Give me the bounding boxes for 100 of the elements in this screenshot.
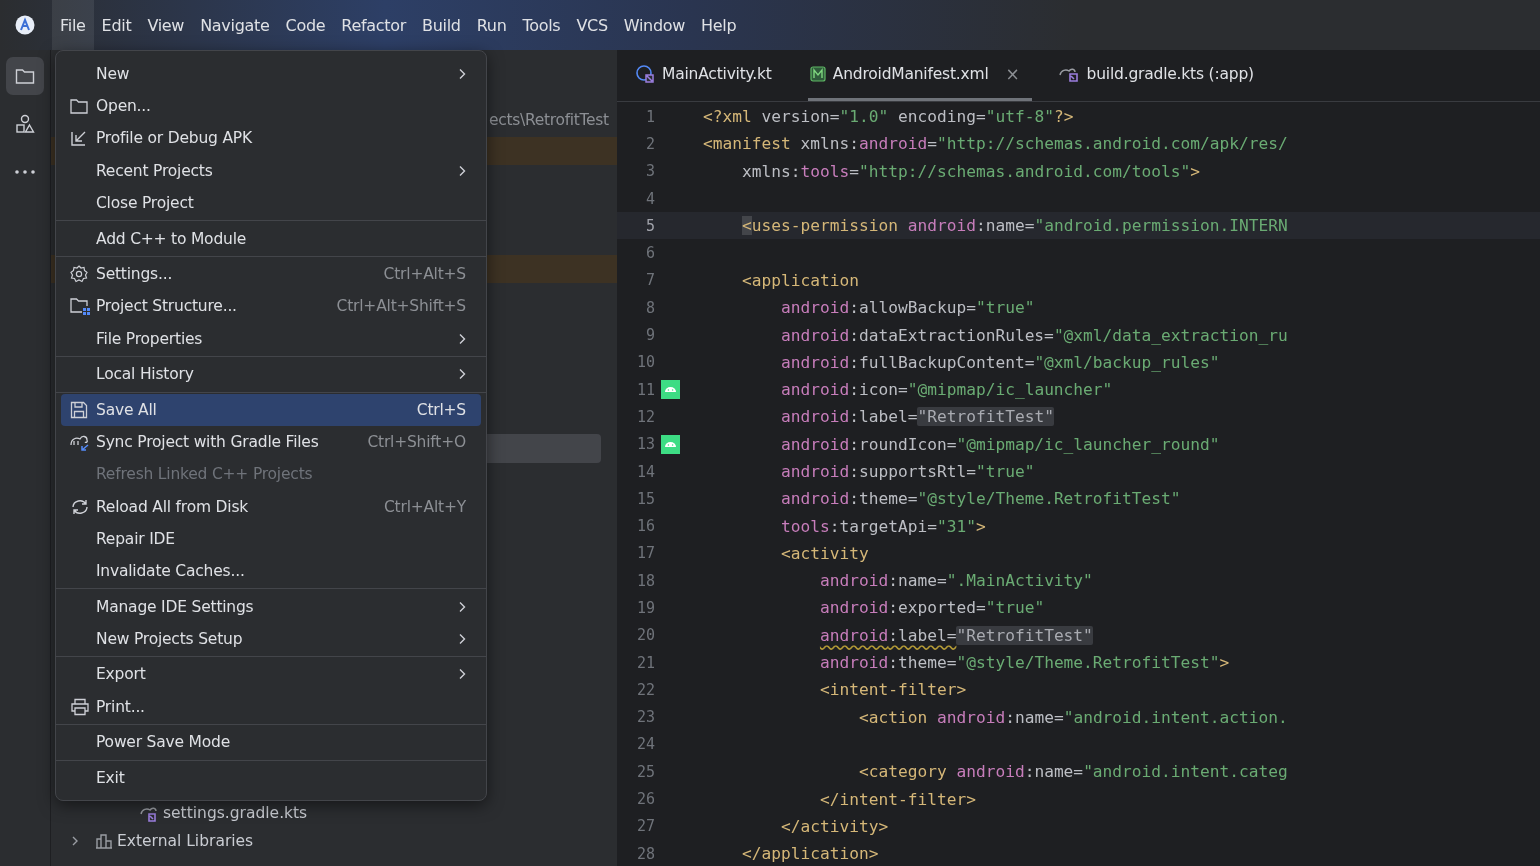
menu-bar-item[interactable]: Build [414, 0, 469, 50]
menu-item[interactable]: Manage IDE Settings [61, 590, 481, 623]
menu-bar-item[interactable]: Tools [514, 0, 569, 50]
code-line: android:icon="@mipmap/ic_launcher" [779, 380, 1113, 400]
line-number: 26 [635, 790, 655, 809]
line-number: 22 [635, 680, 655, 699]
code-line: </activity> [779, 816, 889, 836]
line-number: 20 [635, 626, 655, 645]
tab-label: MainActivity.kt [662, 65, 772, 83]
menu-bar-item[interactable]: File [52, 0, 94, 50]
expand-chevron-icon[interactable] [71, 835, 79, 847]
menu-item[interactable]: Local History [61, 358, 481, 391]
kotlin-class-icon [635, 64, 655, 84]
menu-item[interactable]: Close Project [61, 186, 481, 219]
menu-item[interactable]: Reload All from Disk Ctrl+Alt+Y [61, 490, 481, 523]
menu-bar-item[interactable]: Navigate [192, 0, 278, 50]
keyboard-shortcut: Ctrl+Shift+O [367, 433, 466, 452]
menu-item-label: New Projects Setup [96, 629, 244, 648]
editor-tab[interactable]: MainActivity.kt [633, 50, 784, 101]
menu-item-label: Invalidate Caches... [96, 561, 246, 580]
project-tool-button[interactable] [6, 57, 44, 95]
code-line: android:label="RetrofitTest" [779, 407, 1054, 427]
menu-item-label: New [96, 65, 131, 84]
menu-item-label: Manage IDE Settings [96, 597, 255, 616]
menu-item[interactable]: Export [61, 658, 481, 691]
menu-bar-item[interactable]: Run [468, 0, 515, 50]
line-number: 5 [644, 216, 655, 235]
menu-bar-item[interactable]: Edit [93, 0, 140, 50]
code-line: </application> [741, 844, 879, 864]
line-number: 25 [635, 762, 655, 781]
menu-bar-item[interactable]: Refactor [333, 0, 414, 50]
app-logo-icon [15, 15, 35, 35]
menu-item[interactable]: Add C++ to Module [61, 222, 481, 255]
line-number: 24 [635, 735, 655, 754]
code-line: </intent-filter> [818, 789, 976, 809]
menu-item-label: Sync Project with Gradle Files [96, 433, 320, 452]
menu-item[interactable]: Recent Projects [61, 154, 481, 187]
line-number: 28 [635, 844, 655, 863]
line-number: 18 [635, 571, 655, 590]
tree-item-label[interactable]: External Libraries [117, 832, 254, 850]
line-number: 3 [644, 162, 655, 181]
menu-item[interactable]: Power Save Mode [61, 726, 481, 759]
menu-item[interactable]: Invalidate Caches... [61, 554, 481, 587]
line-number: 4 [644, 189, 655, 208]
line-number: 7 [644, 271, 655, 290]
menu-item-label: Power Save Mode [96, 733, 231, 752]
code-line: android:fullBackupContent="@xml/backup_rules" [779, 352, 1220, 372]
menu-item[interactable]: New [61, 58, 481, 91]
menu-item-label: Settings... [96, 265, 174, 284]
menu-item-label: Save All [96, 400, 158, 419]
menu-item-label: Print... [96, 697, 146, 716]
menu-bar-item[interactable]: Code [277, 0, 334, 50]
menu-item[interactable]: Sync Project with Gradle Files Ctrl+Shift+O [61, 426, 481, 459]
code-line: android:theme="@style/Theme.RetrofitTest" [779, 489, 1181, 509]
line-number: 27 [635, 817, 655, 836]
menu-item[interactable]: File Properties [61, 322, 481, 355]
tab-label: AndroidManifest.xml [832, 65, 989, 83]
menu-item[interactable]: Repair IDE [61, 522, 481, 555]
gradle-file-icon [1057, 65, 1080, 83]
code-line: android:roundIcon="@mipmap/ic_launcher_round" [779, 434, 1220, 454]
code-line: android:exported="true" [818, 598, 1045, 618]
code-line: android:dataExtractionRules="@xml/data_extraction_ru [779, 325, 1288, 345]
menu-item[interactable]: Print... [61, 690, 481, 723]
menu-bar-item[interactable]: Window [615, 0, 694, 50]
menu-item[interactable]: Open... [61, 90, 481, 123]
menu-item[interactable]: New Projects Setup [61, 622, 481, 655]
line-number: 1 [644, 107, 655, 126]
code-line: <category android:name="android.intent.categ [857, 762, 1288, 782]
tree-item-label[interactable]: settings.gradle.kts [163, 804, 308, 822]
menu-item[interactable]: Save All Ctrl+S [61, 393, 481, 427]
menu-bar-item[interactable]: View [139, 0, 193, 50]
menu-item-label: Export [96, 665, 147, 684]
folder-grid-icon [70, 297, 90, 316]
menu-item-label: Close Project [96, 193, 195, 212]
menu-bar-item[interactable]: Help [693, 0, 745, 50]
keyboard-shortcut: Ctrl+Alt+Y [384, 497, 466, 516]
line-number: 16 [635, 517, 655, 536]
menu-bar-item[interactable]: VCS [568, 0, 616, 50]
code-line: <activity [779, 543, 869, 563]
editor-tab[interactable]: AndroidManifest.xml × [807, 50, 1032, 101]
menu-item-label: Add C++ to Module [96, 229, 248, 248]
menu-item[interactable]: Project Structure... Ctrl+Alt+Shift+S [61, 290, 481, 323]
menu-item[interactable]: Settings... Ctrl+Alt+S [61, 258, 481, 291]
shapes-icon [15, 114, 35, 134]
code-line: android:label="RetrofitTest" [818, 625, 1093, 645]
code-line: android:allowBackup="true" [779, 298, 1035, 318]
tab-label: build.gradle.kts (:app) [1086, 65, 1254, 83]
line-number: 6 [644, 244, 655, 263]
settings-icon [70, 265, 88, 284]
menu-item[interactable]: Profile or Debug APK [61, 122, 481, 155]
reload-icon [70, 497, 90, 516]
line-number: 21 [635, 653, 655, 672]
close-tab-button[interactable]: × [1005, 64, 1020, 84]
menu-item[interactable]: Exit [61, 761, 481, 795]
code-line: android:theme="@style/Theme.RetrofitTest"> [818, 653, 1230, 673]
menu-item-label: Exit [96, 769, 126, 788]
line-number: 9 [644, 326, 655, 344]
line-number: 19 [635, 599, 655, 617]
editor-tab[interactable]: build.gradle.kts (:app) [1055, 50, 1266, 101]
keyboard-shortcut: Ctrl+Alt+Shift+S [336, 297, 466, 316]
